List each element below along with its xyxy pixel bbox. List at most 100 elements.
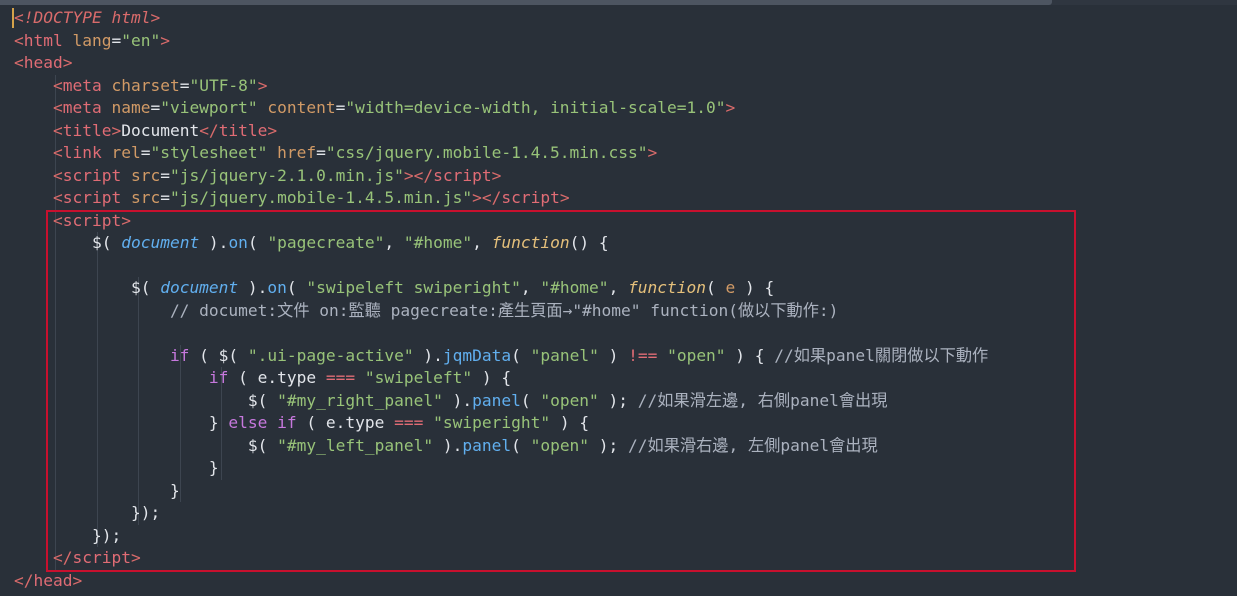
code-token: "en" bbox=[121, 30, 161, 50]
code-token: jqmData bbox=[442, 345, 512, 365]
code-token: script bbox=[501, 188, 560, 207]
code-token: head bbox=[33, 570, 73, 590]
code-token: > bbox=[257, 75, 268, 95]
code-token: meta bbox=[62, 98, 102, 117]
code-token: > bbox=[267, 120, 278, 140]
code-token: title bbox=[218, 120, 268, 140]
code-token: "UTF-8" bbox=[189, 75, 258, 95]
code-token: ); bbox=[598, 390, 638, 410]
code-token: < bbox=[14, 30, 24, 50]
code-line[interactable]: <script src="js/jquery-2.1.0.min.js"></s… bbox=[14, 165, 501, 188]
code-token: "pagecreate" bbox=[267, 233, 385, 252]
code-line[interactable]: } bbox=[14, 457, 219, 480]
code-editor[interactable]: <!DOCTYPE html> <html lang="en"> <head> <m… bbox=[0, 0, 1237, 596]
code-token: , bbox=[520, 278, 541, 297]
code-token: </ bbox=[199, 120, 219, 140]
code-token: function bbox=[491, 233, 570, 252]
code-line[interactable]: <link rel="stylesheet" href="css/jquery.… bbox=[14, 142, 657, 165]
code-token: "#home" bbox=[540, 278, 609, 297]
code-token: < bbox=[52, 98, 63, 117]
code-token: > bbox=[491, 165, 502, 185]
code-token: ) { bbox=[550, 413, 590, 432]
code-token: = bbox=[150, 98, 161, 117]
code-token: e bbox=[725, 278, 736, 297]
code-token: === bbox=[325, 368, 356, 387]
code-token: meta bbox=[62, 75, 102, 95]
code-line[interactable]: <title>Document</title> bbox=[14, 120, 277, 143]
code-token: "swipeleft" bbox=[364, 368, 473, 387]
horizontal-scrollbar[interactable] bbox=[0, 0, 1237, 5]
code-token: < bbox=[52, 188, 63, 207]
code-token: script bbox=[72, 548, 131, 567]
code-line[interactable]: <!DOCTYPE html> bbox=[14, 7, 160, 30]
code-line[interactable]: } else if ( e.type === "swiperight" ) { bbox=[14, 412, 589, 435]
code-token: document bbox=[160, 278, 239, 297]
scrollbar-thumb[interactable] bbox=[0, 0, 1052, 5]
code-line[interactable]: $( "#my_left_panel" ).panel( "open" ); /… bbox=[14, 435, 878, 458]
code-token: </ bbox=[52, 548, 73, 567]
code-token: > bbox=[72, 570, 83, 590]
code-token: > bbox=[121, 210, 131, 230]
code-token: ) { bbox=[472, 368, 512, 387]
code-token: ). bbox=[433, 435, 463, 455]
code-line[interactable]: if ( e.type === "swipeleft" ) { bbox=[14, 367, 511, 390]
code-token: !== bbox=[628, 345, 658, 365]
code-token: "open" bbox=[530, 435, 590, 455]
code-token: "js/jquery.mobile-1.4.5.min.js" bbox=[169, 188, 473, 207]
code-token: on bbox=[228, 233, 248, 252]
code-token: ). bbox=[413, 345, 443, 365]
code-line[interactable]: }); bbox=[14, 525, 121, 548]
code-token: script bbox=[62, 210, 122, 230]
code-line[interactable]: <head> bbox=[14, 52, 72, 75]
code-line[interactable]: <meta name="viewport" content="width=dev… bbox=[14, 97, 735, 120]
code-token: $( bbox=[247, 390, 278, 410]
code-line[interactable]: </head> bbox=[14, 570, 82, 593]
code-token: name bbox=[111, 98, 151, 117]
code-token: > bbox=[725, 98, 736, 117]
code-line[interactable]: $( "#my_right_panel" ).panel( "open" ); … bbox=[14, 390, 887, 413]
code-line[interactable]: <script src="js/jquery.mobile-1.4.5.min.… bbox=[14, 187, 570, 210]
code-token: } bbox=[169, 480, 180, 500]
code-line[interactable]: $( document ).on( "pagecreate", "#home",… bbox=[14, 232, 609, 255]
code-token: on bbox=[267, 278, 287, 297]
code-token: = bbox=[160, 188, 170, 207]
code-line[interactable]: <script> bbox=[14, 210, 131, 233]
code-token: // documet:文件 on:監聽 pagecreate:產生頁面→"#ho… bbox=[169, 300, 839, 320]
code-token: lang bbox=[72, 30, 112, 50]
code-line[interactable]: $( document ).on( "swipeleft swiperight"… bbox=[14, 277, 774, 300]
code-line[interactable]: if ( $( ".ui-page-active" ).jqmData( "pa… bbox=[14, 345, 988, 368]
code-token: ( e.type bbox=[228, 368, 326, 387]
code-token: script bbox=[433, 165, 492, 185]
code-token: ). bbox=[442, 390, 473, 410]
code-line[interactable]: }); bbox=[14, 502, 160, 525]
code-line[interactable]: <html lang="en"> bbox=[14, 30, 170, 53]
code-line[interactable]: } bbox=[14, 480, 180, 503]
code-token: </ bbox=[14, 570, 34, 590]
code-token: ) { bbox=[735, 278, 775, 297]
code-token: < bbox=[52, 75, 63, 95]
code-line[interactable]: <meta charset="UTF-8"> bbox=[14, 75, 267, 98]
code-token: ( bbox=[706, 278, 726, 297]
code-token: === bbox=[394, 413, 424, 432]
code-token: if bbox=[169, 345, 190, 365]
code-token: = bbox=[111, 30, 122, 50]
code-line[interactable]: </script> bbox=[14, 547, 141, 570]
code-token: rel bbox=[111, 143, 141, 162]
code-token: < bbox=[52, 165, 63, 185]
code-token: "stylesheet" bbox=[150, 143, 268, 162]
code-token: document bbox=[121, 233, 200, 252]
code-token: = bbox=[140, 143, 151, 162]
code-token: > bbox=[111, 120, 122, 140]
code-line[interactable]: // documet:文件 on:監聽 pagecreate:產生頁面→"#ho… bbox=[14, 300, 838, 323]
